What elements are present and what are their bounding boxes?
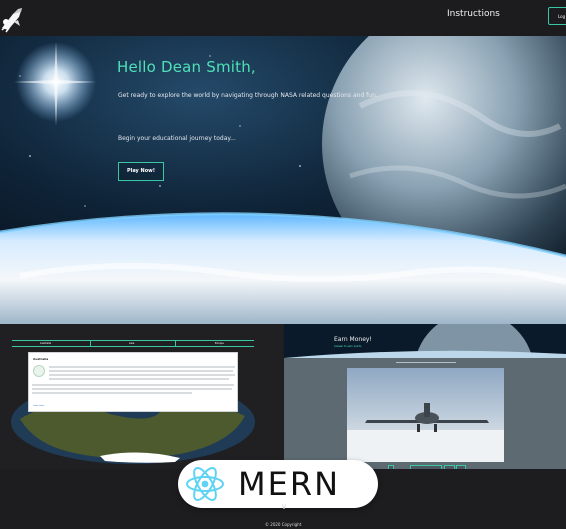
earn-header-banner: Earn Money! Answer to earn points	[284, 324, 566, 358]
tab-continent-2[interactable]: Asia	[129, 342, 134, 345]
tab-divider	[90, 341, 91, 347]
scroll-down-icon[interactable]: ∨	[281, 502, 287, 511]
play-now-button[interactable]: Play Now!	[118, 162, 164, 181]
question-text-line	[396, 362, 456, 363]
app-page: Instructions Log Hello Dean Smith, Get r…	[0, 0, 566, 529]
earn-money-subtitle: Answer to earn points	[334, 345, 362, 348]
continent-info-card: Australia Learn more	[28, 352, 238, 412]
earn-money-preview: Earn Money! Answer to earn points	[284, 324, 566, 469]
hero-journey-text: Begin your educational journey today...	[118, 135, 236, 142]
earn-question-panel	[284, 358, 566, 469]
tab-continent-3[interactable]: Europe	[215, 342, 224, 345]
react-logo-icon	[186, 467, 224, 501]
game-map-preview: Australia Asia Europe Australia Learn mo…	[0, 324, 283, 469]
top-navbar: Instructions Log	[0, 0, 566, 36]
card-text-lines-lower	[32, 384, 234, 394]
hero-greeting: Hello Dean Smith,	[117, 58, 256, 76]
learn-more-link[interactable]: Learn more	[33, 405, 44, 407]
mern-label: MERN	[238, 465, 340, 503]
airplane-photo	[347, 368, 504, 462]
logout-button[interactable]: Log	[548, 7, 566, 25]
hero-banner: Hello Dean Smith, Get ready to explore t…	[0, 36, 566, 324]
tab-divider	[175, 341, 176, 347]
hero-background-image	[0, 36, 566, 324]
rocket-icon[interactable]	[0, 4, 26, 34]
earn-money-title: Earn Money!	[334, 336, 372, 343]
nav-instructions-link[interactable]: Instructions	[447, 9, 500, 19]
continent-map-icon	[33, 365, 45, 377]
tab-continent-1[interactable]: Australia	[40, 342, 51, 345]
hero-subtitle: Get ready to explore the world by naviga…	[118, 92, 378, 99]
copyright-text: © 2020 Copyright	[265, 522, 302, 527]
earn-banner-image	[284, 324, 566, 358]
card-title: Australia	[33, 357, 49, 361]
continent-tabs: Australia Asia Europe	[12, 340, 254, 347]
